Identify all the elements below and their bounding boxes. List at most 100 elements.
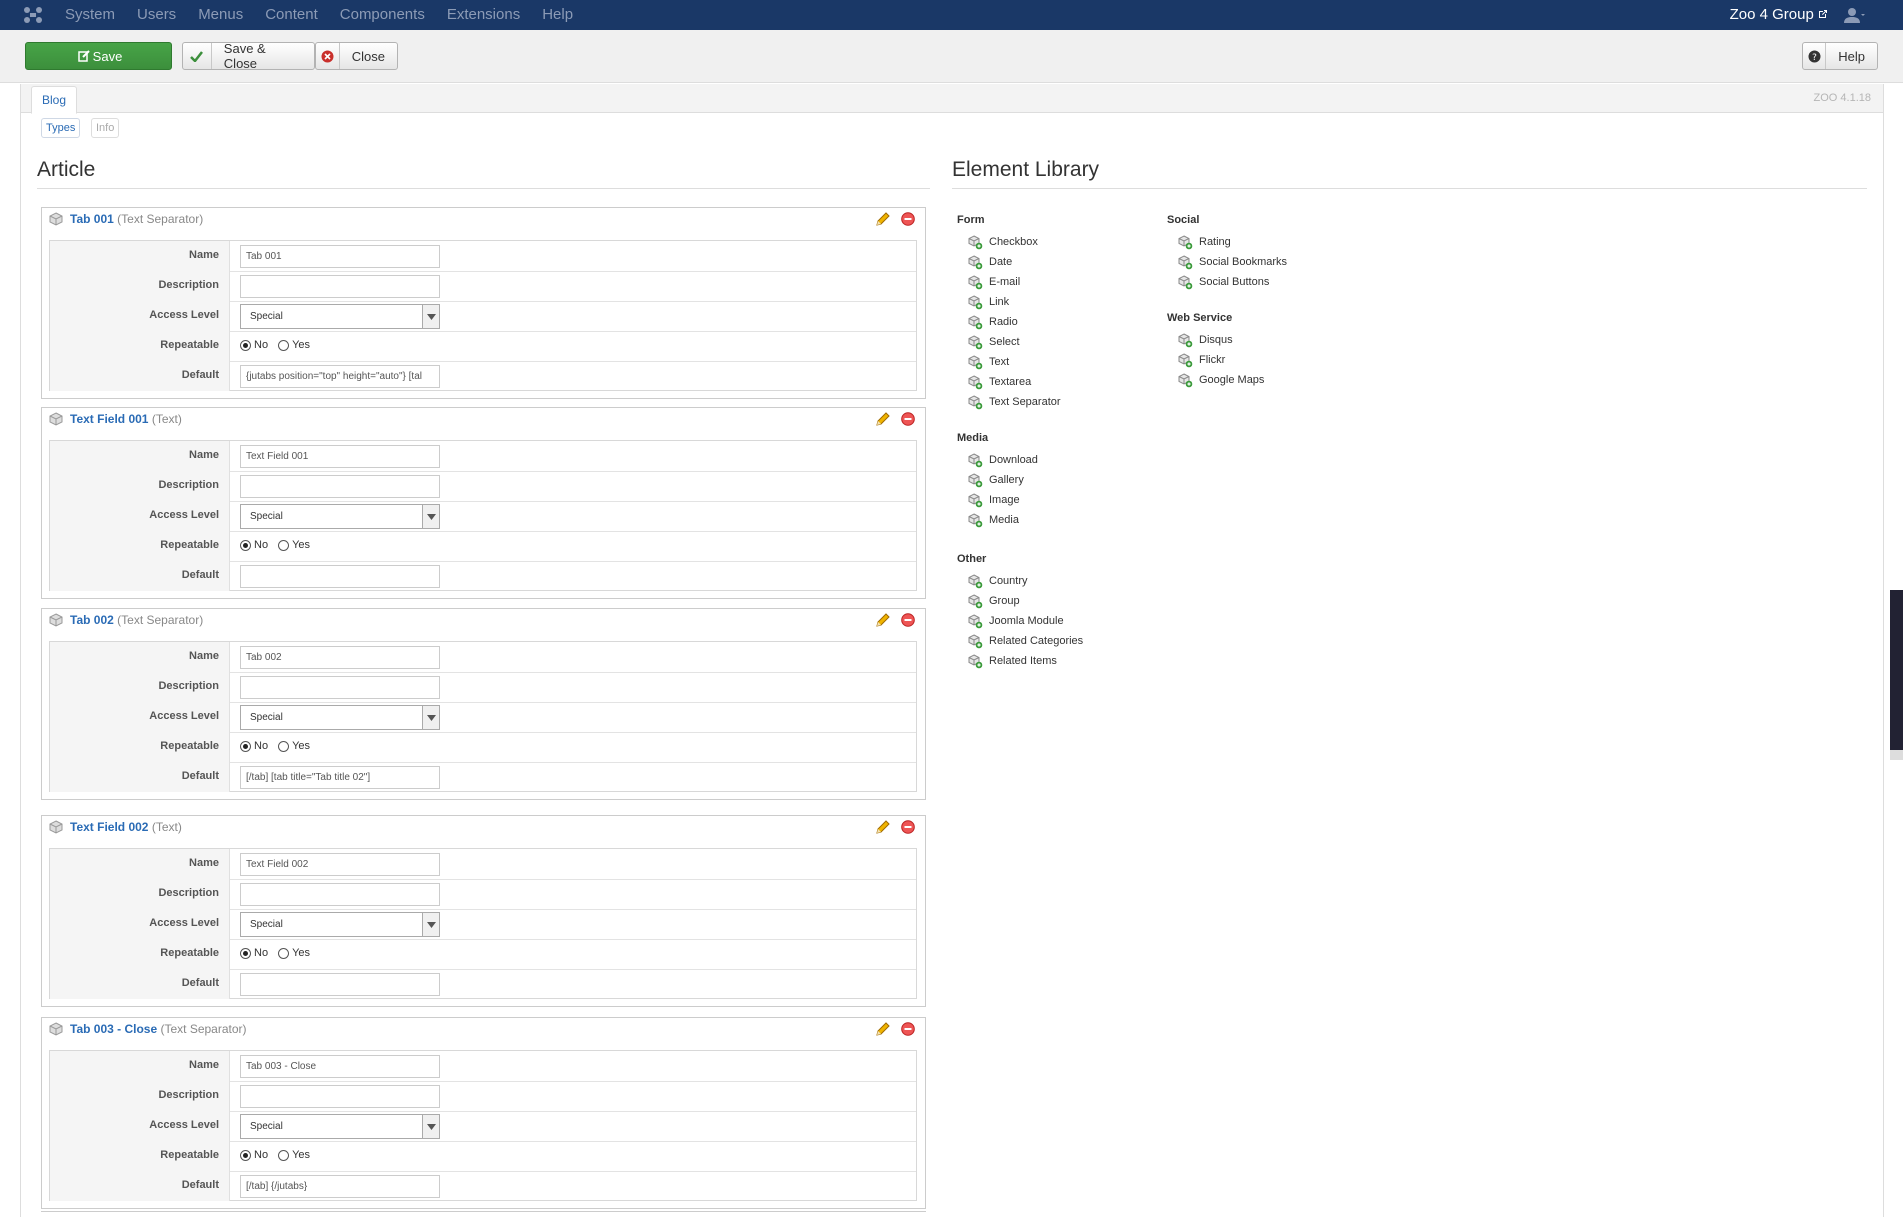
element-header[interactable]: Tab 002 (Text Separator) bbox=[42, 609, 925, 631]
library-item[interactable]: Gallery bbox=[957, 470, 1038, 490]
save-close-button[interactable]: Save & Close bbox=[182, 41, 315, 71]
pencil-icon[interactable] bbox=[875, 412, 890, 431]
radio-yes[interactable] bbox=[278, 740, 290, 752]
element-name[interactable]: Tab 002 bbox=[70, 613, 114, 627]
description-input[interactable] bbox=[240, 1085, 440, 1108]
element-name[interactable]: Tab 003 - Close bbox=[70, 1022, 157, 1036]
library-item[interactable]: Google Maps bbox=[1167, 370, 1264, 390]
subtab-types[interactable]: Types bbox=[41, 118, 81, 138]
default-input[interactable] bbox=[240, 973, 440, 996]
radio-yes[interactable] bbox=[278, 947, 290, 959]
library-item[interactable]: Textarea bbox=[957, 372, 1061, 392]
close-button[interactable]: Close bbox=[315, 42, 398, 70]
element-form: Name Text Field 002 Description Access L… bbox=[49, 848, 917, 999]
library-item[interactable]: Media bbox=[957, 510, 1038, 530]
name-input[interactable]: Text Field 002 bbox=[240, 853, 440, 876]
radio-no[interactable] bbox=[240, 339, 251, 351]
element-header[interactable]: Text Field 002 (Text) bbox=[42, 816, 925, 838]
delete-icon[interactable] bbox=[901, 412, 915, 430]
library-item[interactable]: Text bbox=[957, 352, 1061, 372]
element-header[interactable]: Text Field 001 (Text) bbox=[42, 408, 925, 430]
access-level-select[interactable]: Special bbox=[240, 504, 440, 529]
default-input[interactable]: [/tab] {/jutabs} bbox=[240, 1175, 440, 1198]
radio-no[interactable] bbox=[240, 1149, 251, 1161]
library-item-label: Link bbox=[989, 296, 1010, 308]
element-name[interactable]: Text Field 002 bbox=[70, 820, 148, 834]
menu-help[interactable]: Help bbox=[542, 0, 573, 30]
access-level-select[interactable]: Special bbox=[240, 705, 440, 730]
delete-icon[interactable] bbox=[901, 613, 915, 631]
user-icon[interactable] bbox=[1843, 6, 1865, 24]
radio-yes[interactable] bbox=[278, 1149, 290, 1161]
name-input[interactable]: Text Field 001 bbox=[240, 445, 440, 468]
radio-no[interactable] bbox=[240, 947, 251, 959]
library-item[interactable]: Select bbox=[957, 332, 1061, 352]
joomla-logo-icon[interactable] bbox=[22, 5, 44, 25]
library-item[interactable]: Social Bookmarks bbox=[1167, 252, 1287, 272]
name-input[interactable]: Tab 002 bbox=[240, 646, 440, 669]
library-item[interactable]: Social Buttons bbox=[1167, 272, 1287, 292]
radio-no-label: No bbox=[254, 539, 269, 551]
library-item[interactable]: Rating bbox=[1167, 232, 1287, 252]
element-header[interactable]: Tab 003 - Close (Text Separator) bbox=[42, 1018, 925, 1040]
default-input[interactable]: [/tab] [tab title="Tab title 02"] bbox=[240, 766, 440, 789]
radio-yes[interactable] bbox=[278, 539, 290, 551]
name-input[interactable]: Tab 001 bbox=[240, 245, 440, 268]
library-item[interactable]: Related Items bbox=[957, 651, 1083, 671]
default-input[interactable] bbox=[240, 565, 440, 588]
pencil-icon[interactable] bbox=[875, 1022, 890, 1041]
element-title: Tab 002 (Text Separator) bbox=[70, 613, 203, 627]
library-item[interactable]: Related Categories bbox=[957, 631, 1083, 651]
library-item[interactable]: Checkbox bbox=[957, 232, 1061, 252]
access-level-value: Special bbox=[250, 311, 283, 322]
menu-menus[interactable]: Menus bbox=[198, 0, 243, 30]
pencil-icon[interactable] bbox=[875, 212, 890, 231]
menu-content[interactable]: Content bbox=[265, 0, 318, 30]
radio-yes-label: Yes bbox=[292, 339, 311, 351]
pencil-icon[interactable] bbox=[875, 613, 890, 632]
radio-no[interactable] bbox=[240, 740, 251, 752]
description-input[interactable] bbox=[240, 883, 440, 906]
library-item[interactable]: E-mail bbox=[957, 272, 1061, 292]
default-input[interactable]: {jutabs position="top" height="auto"} [t… bbox=[240, 365, 440, 388]
help-button[interactable]: ? Help bbox=[1802, 42, 1878, 70]
description-input[interactable] bbox=[240, 275, 440, 298]
name-input[interactable]: Tab 003 - Close bbox=[240, 1055, 440, 1078]
description-input[interactable] bbox=[240, 475, 440, 498]
menu-components[interactable]: Components bbox=[340, 0, 425, 30]
subtab-info[interactable]: Info bbox=[91, 118, 120, 138]
radio-yes[interactable] bbox=[278, 339, 290, 351]
delete-icon[interactable] bbox=[901, 212, 915, 230]
menu-extensions[interactable]: Extensions bbox=[447, 0, 520, 30]
access-level-select[interactable]: Special bbox=[240, 304, 440, 329]
save-button[interactable]: Save bbox=[25, 42, 172, 70]
element-name[interactable]: Tab 001 bbox=[70, 212, 114, 226]
site-link[interactable]: Zoo 4 Group bbox=[1730, 0, 1828, 30]
library-item[interactable]: Date bbox=[957, 252, 1061, 272]
access-level-select[interactable]: Special bbox=[240, 912, 440, 937]
element-header[interactable]: Tab 001 (Text Separator) bbox=[42, 208, 925, 230]
access-level-select[interactable]: Special bbox=[240, 1114, 440, 1139]
menu-users[interactable]: Users bbox=[137, 0, 176, 30]
delete-icon[interactable] bbox=[901, 820, 915, 838]
library-item[interactable]: Download bbox=[957, 450, 1038, 470]
library-item[interactable]: Radio bbox=[957, 312, 1061, 332]
library-item[interactable]: Country bbox=[957, 571, 1083, 591]
pencil-icon[interactable] bbox=[875, 820, 890, 839]
chevron-down-icon bbox=[422, 505, 439, 528]
delete-icon[interactable] bbox=[901, 1022, 915, 1040]
menu-system[interactable]: System bbox=[65, 0, 115, 30]
library-item[interactable]: Group bbox=[957, 591, 1083, 611]
library-item[interactable]: Image bbox=[957, 490, 1038, 510]
element-name[interactable]: Text Field 001 bbox=[70, 412, 148, 426]
tab-blog[interactable]: Blog bbox=[31, 86, 78, 114]
description-input[interactable] bbox=[240, 676, 440, 699]
library-item[interactable]: Disqus bbox=[1167, 330, 1264, 350]
add-element-icon bbox=[967, 294, 989, 310]
radio-no[interactable] bbox=[240, 539, 251, 551]
field-row-description: Description bbox=[50, 1081, 916, 1112]
library-item[interactable]: Link bbox=[957, 292, 1061, 312]
library-item[interactable]: Joomla Module bbox=[957, 611, 1083, 631]
library-item[interactable]: Text Separator bbox=[957, 392, 1061, 412]
library-item[interactable]: Flickr bbox=[1167, 350, 1264, 370]
